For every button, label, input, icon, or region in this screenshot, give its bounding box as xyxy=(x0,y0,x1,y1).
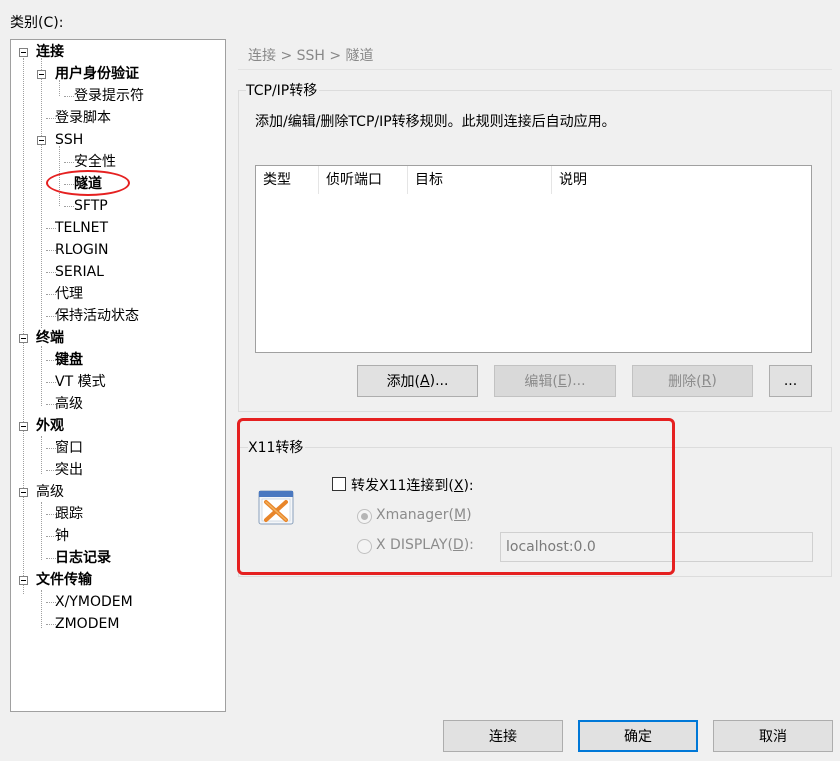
tree-line xyxy=(23,58,24,594)
tree-item-keepalive[interactable]: 保持活动状态 xyxy=(55,306,139,326)
column-header-description[interactable]: 说明 xyxy=(552,166,811,194)
collapse-icon[interactable] xyxy=(37,136,46,145)
add-button[interactable]: 添加(A)... xyxy=(357,365,478,397)
tree-item-sftp[interactable]: SFTP xyxy=(74,196,108,216)
tree-item-keyboard[interactable]: 键盘 xyxy=(55,350,83,370)
collapse-icon[interactable] xyxy=(19,334,28,343)
tree-item-security[interactable]: 安全性 xyxy=(74,152,116,172)
tree-line xyxy=(64,96,74,97)
tcpip-group-title: TCP/IP转移 xyxy=(246,80,320,100)
tree-line xyxy=(64,206,74,207)
tree-item-bell[interactable]: 钟 xyxy=(55,526,69,546)
tree-item-trace[interactable]: 跟踪 xyxy=(55,504,83,524)
column-header-type[interactable]: 类型 xyxy=(256,166,319,194)
tree-item-serial[interactable]: SERIAL xyxy=(55,262,104,282)
tree-item-proxy[interactable]: 代理 xyxy=(55,284,83,304)
tree-item-telnet[interactable]: TELNET xyxy=(55,218,108,238)
tree-item-terminal-advanced[interactable]: 高级 xyxy=(55,394,83,414)
tree-item-xymodem[interactable]: X/YMODEM xyxy=(55,592,133,612)
edit-button[interactable]: 编辑(E)... xyxy=(494,365,616,397)
tree-item-terminal[interactable]: 终端 xyxy=(36,328,64,348)
tree-item-login-prompt[interactable]: 登录提示符 xyxy=(74,86,144,106)
tree-item-connection[interactable]: 连接 xyxy=(36,42,64,62)
tree-item-advanced[interactable]: 高级 xyxy=(36,482,64,502)
tree-line xyxy=(41,346,42,406)
x11-highlight-box xyxy=(237,418,675,575)
tree-line xyxy=(64,162,74,163)
tree-item-window[interactable]: 窗口 xyxy=(55,438,83,458)
tree-item-user-auth[interactable]: 用户身份验证 xyxy=(55,64,139,84)
column-header-target[interactable]: 目标 xyxy=(408,166,552,194)
tree-line xyxy=(41,590,42,628)
tree-item-highlight[interactable]: 突出 xyxy=(55,460,83,480)
collapse-icon[interactable] xyxy=(19,422,28,431)
category-label: 类别(C): xyxy=(10,15,64,31)
tree-item-appearance[interactable]: 外观 xyxy=(36,416,64,436)
tree-item-rlogin[interactable]: RLOGIN xyxy=(55,240,109,260)
tree-item-zmodem[interactable]: ZMODEM xyxy=(55,614,119,634)
tcpip-description: 添加/编辑/删除TCP/IP转移规则。此规则连接后自动应用。 xyxy=(255,114,616,130)
tree-line xyxy=(41,58,42,328)
collapse-icon[interactable] xyxy=(19,48,28,57)
tree-item-ssh[interactable]: SSH xyxy=(55,130,83,150)
connect-button[interactable]: 连接 xyxy=(443,720,563,752)
forwarding-rules-table[interactable]: 类型 侦听端口 目标 说明 xyxy=(255,165,812,353)
collapse-icon[interactable] xyxy=(19,488,28,497)
column-header-listen-port[interactable]: 侦听端口 xyxy=(319,166,408,194)
more-button[interactable]: ... xyxy=(769,365,812,397)
collapse-icon[interactable] xyxy=(19,576,28,585)
breadcrumb-bar: 连接 > SSH > 隧道 xyxy=(238,39,832,70)
ok-button[interactable]: 确定 xyxy=(578,720,698,752)
collapse-icon[interactable] xyxy=(37,70,46,79)
tree-item-logging[interactable]: 日志记录 xyxy=(55,548,111,568)
tree-line xyxy=(41,436,42,474)
tree-item-file-transfer[interactable]: 文件传输 xyxy=(36,570,92,590)
category-tree[interactable]: 连接 用户身份验证 登录提示符 登录脚本 SSH 安全性 隧道 SFTP TEL… xyxy=(10,39,226,712)
tree-item-login-script[interactable]: 登录脚本 xyxy=(55,108,111,128)
cancel-button[interactable]: 取消 xyxy=(713,720,833,752)
tree-line xyxy=(41,502,42,560)
tree-item-vt-mode[interactable]: VT 模式 xyxy=(55,372,106,392)
tunnel-highlight-ellipse xyxy=(46,170,130,196)
delete-button[interactable]: 删除(R) xyxy=(632,365,753,397)
breadcrumb: 连接 > SSH > 隧道 xyxy=(248,48,374,64)
